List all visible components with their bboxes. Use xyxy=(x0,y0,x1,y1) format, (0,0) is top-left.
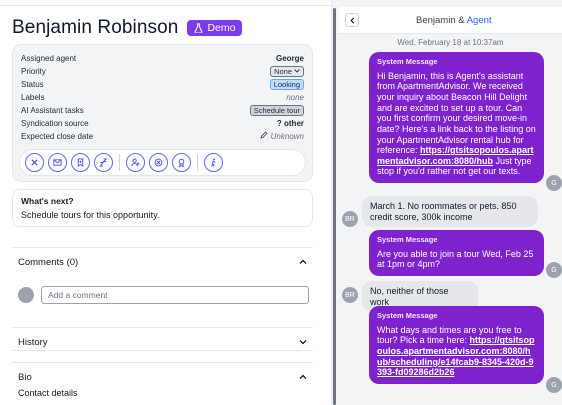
history-title: History xyxy=(18,336,48,348)
toolbar-divider xyxy=(119,154,120,171)
bio-title: Bio xyxy=(18,371,32,383)
incoming-message: March 1. No roommates or pets. 850 credi… xyxy=(362,196,538,228)
avatar: G xyxy=(546,175,562,191)
snooze-icon xyxy=(99,158,108,167)
comment-composer: Add a comment xyxy=(18,286,309,304)
whats-next-text: Schedule tours for this opportunity. xyxy=(21,210,160,220)
chevron-up-icon[interactable] xyxy=(298,372,308,382)
flask-icon xyxy=(195,23,203,33)
contact-panel: Benjamin Robinson Demo Assigned agent Ge… xyxy=(0,0,331,405)
contact-name: Benjamin Robinson xyxy=(12,17,179,38)
walk-icon xyxy=(211,158,216,167)
detail-row-syndication: Syndication source ? other xyxy=(21,117,304,129)
priority-value: None xyxy=(274,66,292,76)
comments-section: Comments (0) Add a comment xyxy=(12,247,313,315)
whats-next-title: What's next? xyxy=(21,196,74,206)
system-message-label: System Message xyxy=(377,57,438,66)
history-section: History xyxy=(12,327,313,351)
pencil-icon xyxy=(260,131,268,139)
app-root: Benjamin Robinson Demo Assigned agent Ge… xyxy=(0,0,562,405)
divider xyxy=(0,5,331,6)
tour-button[interactable] xyxy=(204,153,223,172)
close-date-value[interactable]: Unknown xyxy=(260,131,304,141)
detail-row-close-date: Expected close date Unknown xyxy=(21,130,304,142)
chat-date: Wed, February 18 at 10:37am xyxy=(397,38,504,47)
bookmark-button[interactable] xyxy=(71,153,90,172)
detail-row-ai-tasks: AI Assistant tasks Schedule tour xyxy=(21,104,304,116)
detail-row-status: Status Looking xyxy=(21,78,304,90)
system-message-label: System Message xyxy=(377,235,438,244)
ai-task-badge[interactable]: Schedule tour xyxy=(249,104,304,116)
chat-title-amp: & xyxy=(458,15,465,26)
chat-header: Benjamin & Agent xyxy=(339,7,562,34)
labels-value[interactable]: none xyxy=(286,93,304,102)
system-message: System Message Hi Benjamin, this is Agen… xyxy=(369,52,544,183)
chevron-down-icon xyxy=(294,69,300,73)
bio-section: Bio Contact details xyxy=(12,362,313,405)
toolbar-divider xyxy=(197,154,198,171)
history-header[interactable]: History xyxy=(12,328,313,350)
detail-label: Expected close date xyxy=(21,131,94,141)
details-card: Assigned agent George Priority None Stat… xyxy=(12,44,313,182)
action-toolbar xyxy=(19,149,306,176)
snooze-button[interactable] xyxy=(94,153,113,172)
panel-scrollbar[interactable] xyxy=(333,8,336,405)
detail-label: Assigned agent xyxy=(21,53,77,63)
contact-details-label: Contact details xyxy=(18,388,78,398)
priority-select[interactable]: None xyxy=(270,65,304,77)
system-message-label: System Message xyxy=(377,311,438,320)
whats-next-card: What's next? Schedule tours for this opp… xyxy=(12,189,313,227)
chat-title-name: Benjamin xyxy=(416,15,456,26)
chevron-up-icon[interactable] xyxy=(298,257,308,267)
demo-badge: Demo xyxy=(187,20,243,36)
bio-header[interactable]: Bio xyxy=(12,363,313,385)
detail-row-labels: Labels none xyxy=(21,91,304,103)
avatar: G xyxy=(546,377,562,393)
detail-label: AI Assistant tasks xyxy=(21,105,84,115)
chat-title: Benjamin & Agent xyxy=(416,15,492,26)
demo-badge-label: Demo xyxy=(207,22,236,34)
avatar: BR xyxy=(342,211,358,227)
chat-title-agent[interactable]: Agent xyxy=(467,15,492,26)
avatar: BR xyxy=(342,287,358,303)
system-message: System Message What days and times are y… xyxy=(369,306,544,384)
back-button[interactable] xyxy=(345,13,359,27)
comments-title: Comments (0) xyxy=(18,256,79,268)
message-text: Are you able to join a tour Wed, Feb 25 … xyxy=(377,248,534,270)
close-date-text: Unknown xyxy=(270,132,304,141)
chevron-down-icon[interactable] xyxy=(298,337,308,347)
detail-row-priority: Priority None xyxy=(21,65,304,77)
chat-panel: Benjamin & Agent Wed, February 18 at 10:… xyxy=(339,0,562,405)
system-message: System Message Are you able to join a to… xyxy=(369,230,544,277)
syndication-value: ? other xyxy=(277,119,304,128)
mail-icon xyxy=(53,159,62,166)
close-icon xyxy=(31,159,38,166)
comments-header[interactable]: Comments (0) xyxy=(12,248,313,270)
award-button[interactable] xyxy=(172,153,191,172)
question-icon: ? xyxy=(276,118,282,128)
avatar: G xyxy=(546,262,562,278)
detail-label: Status xyxy=(21,79,44,89)
add-user-icon xyxy=(131,158,140,167)
comment-input[interactable]: Add a comment xyxy=(41,286,309,304)
block-button[interactable] xyxy=(149,153,168,172)
detail-label: Labels xyxy=(21,92,45,102)
email-button[interactable] xyxy=(48,153,67,172)
detail-row-assigned-agent: Assigned agent George xyxy=(21,52,304,64)
bookmark-icon xyxy=(77,158,84,167)
syndication-text: other xyxy=(284,118,304,128)
detail-label: Priority xyxy=(21,66,46,76)
status-badge[interactable]: Looking xyxy=(269,78,304,90)
award-icon xyxy=(178,158,185,167)
avatar xyxy=(18,287,34,303)
block-icon xyxy=(154,158,163,167)
detail-label: Syndication source xyxy=(21,118,89,128)
assigned-agent-value[interactable]: George xyxy=(276,54,304,63)
chevron-left-icon xyxy=(349,16,354,24)
contact-header: Benjamin Robinson Demo xyxy=(12,17,243,39)
close-opportunity-button[interactable] xyxy=(25,153,44,172)
message-text: Hi Benjamin, this is Agent's assistant f… xyxy=(377,70,536,156)
assign-user-button[interactable] xyxy=(126,153,145,172)
